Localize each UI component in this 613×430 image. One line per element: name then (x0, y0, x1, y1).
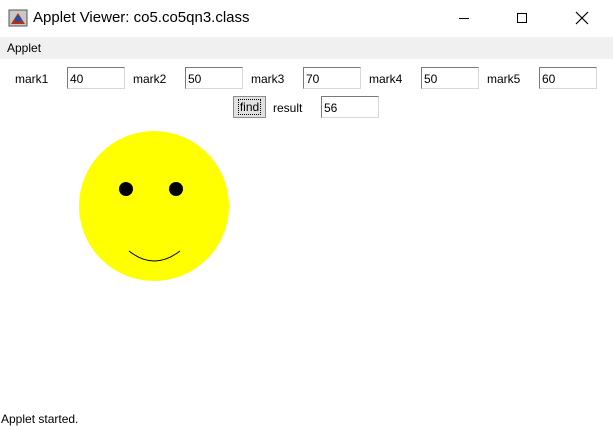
menu-bar: Applet (0, 37, 613, 59)
left-eye (119, 182, 133, 196)
smiley-canvas (79, 131, 229, 281)
close-icon (575, 11, 589, 25)
minimize-icon (459, 18, 469, 19)
minimize-button[interactable] (441, 0, 487, 36)
maximize-icon (517, 13, 527, 23)
applet-panel: mark1 mark2 mark3 mark4 mark5 find resul… (0, 59, 613, 409)
right-eye (169, 182, 183, 196)
title-bar[interactable]: Applet Viewer: co5.co5qn3.class (0, 0, 613, 36)
maximize-button[interactable] (499, 0, 545, 36)
smiley-face (79, 131, 229, 281)
java-app-icon (8, 9, 28, 27)
menu-applet[interactable]: Applet (7, 41, 41, 55)
close-button[interactable] (559, 0, 605, 36)
window-title: Applet Viewer: co5.co5qn3.class (33, 9, 250, 26)
status-text: Applet started. (1, 412, 79, 426)
